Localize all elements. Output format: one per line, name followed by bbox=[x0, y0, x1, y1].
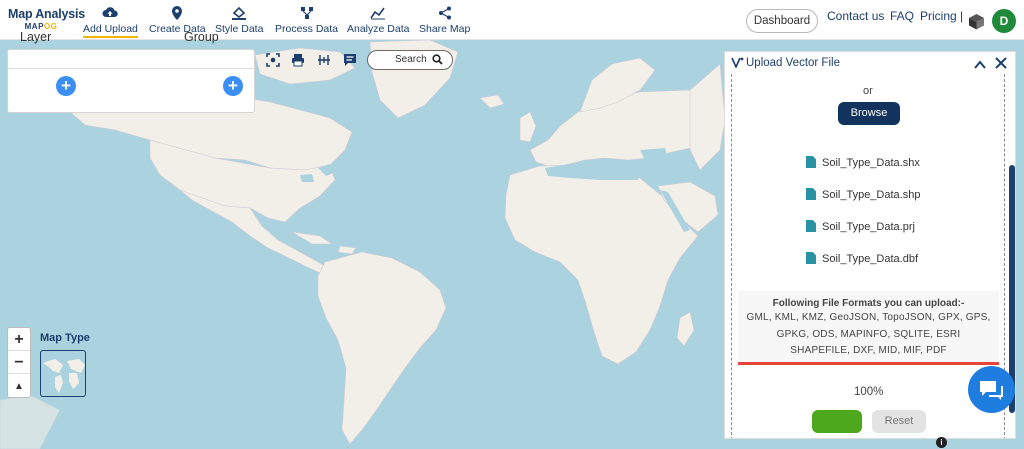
upload-submit-button[interactable] bbox=[812, 410, 862, 433]
file-icon bbox=[806, 252, 816, 264]
chat-widget-button[interactable] bbox=[968, 366, 1015, 413]
formats-list: GML, KML, KMZ, GeoJSON, TopoJSON, GPX, G… bbox=[746, 312, 991, 356]
layer-panel bbox=[7, 49, 255, 113]
nav-analyze-data[interactable]: Analyze Data bbox=[347, 6, 409, 35]
north-arrow-button[interactable]: ▲ bbox=[8, 375, 30, 398]
layer-label: Layer bbox=[20, 30, 52, 44]
faq-link[interactable]: FAQ bbox=[890, 9, 914, 23]
file-item: Soil_Type_Data.prj bbox=[806, 220, 915, 233]
vector-logo-icon bbox=[731, 57, 744, 71]
nav-share-map[interactable]: Share Map bbox=[419, 6, 470, 35]
add-layer-button[interactable]: + bbox=[56, 76, 76, 96]
file-icon bbox=[806, 188, 816, 200]
file-name: Soil_Type_Data.shp bbox=[822, 189, 921, 201]
map-pin-icon bbox=[149, 6, 206, 23]
add-group-button[interactable]: + bbox=[223, 76, 243, 96]
search-icon bbox=[432, 54, 443, 65]
upload-progress-text: 100% bbox=[854, 386, 884, 398]
map-type-thumbnail[interactable] bbox=[40, 350, 86, 397]
share-icon bbox=[419, 6, 470, 23]
file-item: Soil_Type_Data.shp bbox=[806, 188, 920, 201]
brand-logo[interactable]: Map Analysis MAPOG bbox=[8, 7, 86, 31]
browse-button[interactable]: Browse bbox=[838, 102, 900, 125]
zoom-out-button[interactable]: − bbox=[8, 351, 30, 374]
upload-panel-title: Upload Vector File bbox=[746, 57, 840, 69]
close-panel-button[interactable] bbox=[995, 56, 1007, 74]
file-name: Soil_Type_Data.prj bbox=[822, 221, 915, 233]
file-item: Soil_Type_Data.shx bbox=[806, 156, 920, 169]
cube-icon[interactable] bbox=[968, 13, 985, 35]
zoom-control: + − ▲ bbox=[7, 327, 31, 398]
process-nodes-icon bbox=[275, 6, 338, 23]
contact-link[interactable]: Contact us bbox=[827, 9, 884, 23]
map-type-preview bbox=[43, 359, 85, 393]
layer-panel-header bbox=[8, 50, 254, 69]
paint-bucket-icon bbox=[215, 6, 263, 23]
nav-label: Analyze Data bbox=[347, 23, 410, 35]
upload-panel-header: Upload Vector File bbox=[725, 52, 1015, 74]
info-icon[interactable]: i bbox=[936, 437, 947, 448]
top-navbar: Map Analysis MAPOG Add Upload Create Dat… bbox=[0, 0, 1024, 40]
nav-style-data[interactable]: Style Data bbox=[215, 6, 263, 35]
chevron-up-icon bbox=[974, 60, 986, 69]
dashboard-button[interactable]: Dashboard bbox=[746, 9, 818, 33]
nav-label: Add Upload bbox=[83, 23, 138, 38]
brand-title: Map Analysis bbox=[8, 7, 86, 21]
analyze-chart-icon bbox=[347, 6, 409, 23]
search-label: Search bbox=[395, 54, 427, 65]
map-search-box[interactable]: Search bbox=[367, 50, 453, 70]
supported-formats-box: Following File Formats you can upload:- … bbox=[738, 291, 999, 365]
zoom-in-button[interactable]: + bbox=[8, 328, 30, 351]
group-label: Group bbox=[184, 30, 219, 44]
collapse-panel-button[interactable] bbox=[974, 57, 986, 75]
focus-icon[interactable] bbox=[266, 53, 282, 67]
map-type-label: Map Type bbox=[40, 332, 90, 344]
or-separator: or bbox=[863, 85, 873, 97]
nav-label: Style Data bbox=[215, 23, 264, 35]
file-icon bbox=[806, 220, 816, 232]
comment-icon[interactable] bbox=[343, 53, 359, 67]
north-arrow-icon: ▲ bbox=[14, 381, 24, 392]
print-icon[interactable] bbox=[291, 53, 307, 67]
file-name: Soil_Type_Data.dbf bbox=[822, 253, 919, 265]
file-icon bbox=[806, 156, 816, 168]
chat-icon bbox=[980, 381, 1003, 400]
nav-label: Share Map bbox=[419, 23, 471, 35]
close-icon bbox=[995, 57, 1007, 69]
measure-icon[interactable] bbox=[317, 53, 333, 67]
user-avatar[interactable]: D bbox=[992, 9, 1016, 33]
file-name: Soil_Type_Data.shx bbox=[822, 157, 920, 169]
pricing-link[interactable]: Pricing | bbox=[920, 9, 963, 23]
file-item: Soil_Type_Data.dbf bbox=[806, 252, 918, 265]
cloud-upload-icon bbox=[83, 6, 138, 23]
nav-label: Process Data bbox=[275, 23, 339, 35]
nav-process-data[interactable]: Process Data bbox=[275, 6, 338, 35]
nav-add-upload[interactable]: Add Upload bbox=[83, 6, 138, 38]
reset-button[interactable]: Reset bbox=[872, 410, 926, 433]
formats-title: Following File Formats you can upload:- bbox=[772, 298, 965, 309]
